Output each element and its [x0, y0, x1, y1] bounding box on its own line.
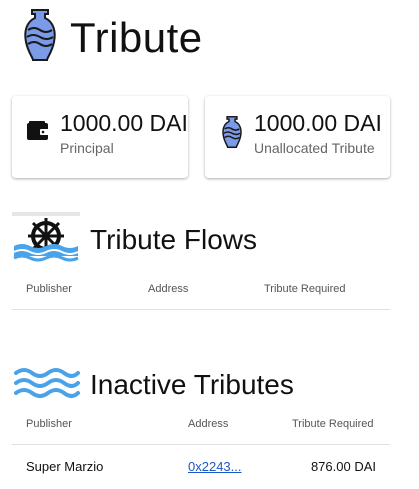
row-tribute-required: 876.00 DAI [310, 459, 376, 474]
inactive-tributes-title: Inactive Tributes [90, 368, 294, 400]
unallocated-amount: 1000.00 DAI [254, 110, 382, 136]
app-title: Tribute [70, 13, 203, 61]
wallet-icon [26, 120, 50, 147]
unallocated-caption: Unallocated Tribute [254, 140, 375, 156]
column-tribute-required: Tribute Required [292, 418, 374, 430]
tribute-vase-icon [221, 114, 243, 155]
column-publisher: Publisher [26, 418, 72, 430]
principal-amount: 1000.00 DAI [60, 110, 188, 136]
column-publisher: Publisher [26, 283, 72, 295]
app-header: Tribute [22, 8, 203, 67]
waves-icon [12, 364, 80, 405]
principal-card: 1000.00 DAI Principal [12, 96, 188, 178]
row-publisher: Super Marzio [26, 459, 104, 474]
tribute-flows-title: Tribute Flows [90, 223, 258, 255]
tribute-flows-header: Tribute Flows [12, 212, 257, 267]
inactive-tributes-header: Inactive Tributes [12, 364, 294, 405]
column-address: Address [148, 283, 189, 295]
row-address-link[interactable]: 0x2243... [188, 459, 242, 474]
inactive-tributes-divider [12, 444, 390, 445]
tribute-flows-divider [12, 309, 390, 310]
column-address: Address [188, 418, 229, 430]
principal-caption: Principal [60, 140, 114, 156]
column-tribute-required: Tribute Required [264, 283, 346, 295]
water-wheel-icon [12, 212, 80, 267]
unallocated-tribute-card: 1000.00 DAI Unallocated Tribute [205, 96, 390, 178]
tribute-vase-icon [22, 8, 58, 67]
